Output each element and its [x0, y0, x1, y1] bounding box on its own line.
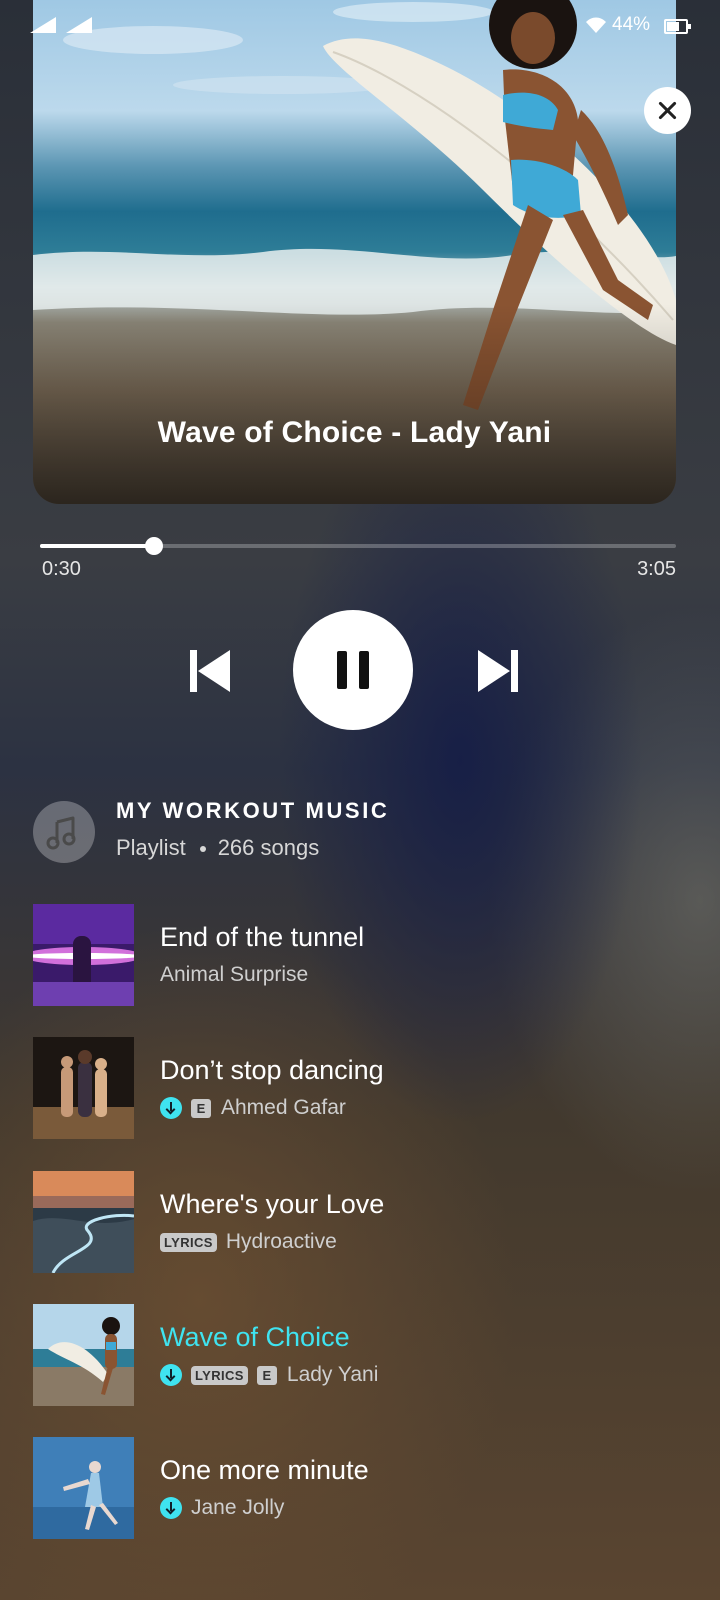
playlist-icon[interactable]: [33, 801, 95, 863]
next-button[interactable]: [478, 650, 518, 692]
song-meta: Jane Jolly: [160, 1495, 284, 1521]
song-artist: Jane Jolly: [191, 1496, 285, 1519]
previous-button[interactable]: [190, 650, 230, 692]
next-icon: [478, 650, 518, 692]
album-artwork: Wave of Choice - Lady Yani: [33, 0, 676, 504]
wifi-icon: [586, 17, 606, 33]
explicit-badge: E: [256, 1365, 277, 1385]
elapsed-time: 0:30: [42, 558, 81, 580]
lyrics-badge: LYRICS: [191, 1365, 248, 1385]
signal-icon: [30, 17, 56, 33]
separator-dot: [199, 846, 206, 853]
playlist-subtitle: Playlist 266 songs: [116, 835, 319, 861]
song-row[interactable]: Where's your Love LYRICS Hydroactive: [33, 1171, 673, 1273]
song-meta: LYRICS Hydroactive: [160, 1229, 337, 1255]
download-icon: [160, 1364, 182, 1386]
song-thumbnail: [33, 1171, 134, 1273]
now-playing-title: Wave of Choice - Lady Yani: [157, 416, 552, 449]
song-meta: LYRICS E Lady Yani: [160, 1362, 378, 1388]
total-time: 3:05: [637, 558, 676, 580]
battery-icon: [664, 19, 691, 34]
song-title: One more minute: [160, 1455, 369, 1485]
download-icon: [160, 1097, 182, 1119]
artwork-shade: [33, 304, 676, 504]
song-row[interactable]: Wave of Choice LYRICS E Lady Yani: [33, 1304, 673, 1406]
signal-icon: [66, 17, 92, 33]
playlist-type: Playlist: [116, 835, 186, 860]
battery-percentage: 44%: [612, 14, 651, 35]
song-title: Don’t stop dancing: [160, 1055, 384, 1085]
music-note-icon: [46, 816, 76, 850]
status-bar: 44%: [0, 0, 720, 52]
song-thumbnail: [33, 1304, 134, 1406]
lyrics-badge: LYRICS: [160, 1232, 217, 1252]
download-icon: [160, 1497, 182, 1519]
playlist-name[interactable]: MY WORKOUT MUSIC: [116, 798, 389, 824]
previous-icon: [190, 650, 230, 692]
song-thumbnail: [33, 1037, 134, 1139]
song-meta: E Ahmed Gafar: [160, 1095, 346, 1121]
progress-fill: [40, 544, 154, 548]
song-artist: Lady Yani: [286, 1363, 379, 1386]
song-row[interactable]: One more minute Jane Jolly: [33, 1437, 673, 1539]
song-thumbnail: [33, 904, 134, 1006]
progress-knob[interactable]: [144, 537, 163, 555]
song-row[interactable]: Don’t stop dancing E Ahmed Gafar: [33, 1037, 673, 1139]
song-meta: Animal Surprise: [160, 962, 308, 988]
song-artist: Ahmed Gafar: [221, 1096, 346, 1119]
progress-slider[interactable]: [40, 537, 676, 555]
close-button[interactable]: [644, 87, 691, 134]
song-row[interactable]: End of the tunnel Animal Surprise: [33, 904, 673, 1006]
playlist-song-count: 266 songs: [217, 835, 320, 860]
song-title: End of the tunnel: [160, 922, 365, 952]
song-thumbnail: [33, 1437, 134, 1539]
explicit-badge: E: [191, 1098, 211, 1118]
song-title: Wave of Choice: [160, 1322, 350, 1352]
song-title: Where's your Love: [160, 1189, 385, 1219]
song-artist: Animal Surprise: [160, 963, 309, 986]
song-artist: Hydroactive: [225, 1230, 337, 1253]
pause-button[interactable]: [293, 610, 413, 730]
